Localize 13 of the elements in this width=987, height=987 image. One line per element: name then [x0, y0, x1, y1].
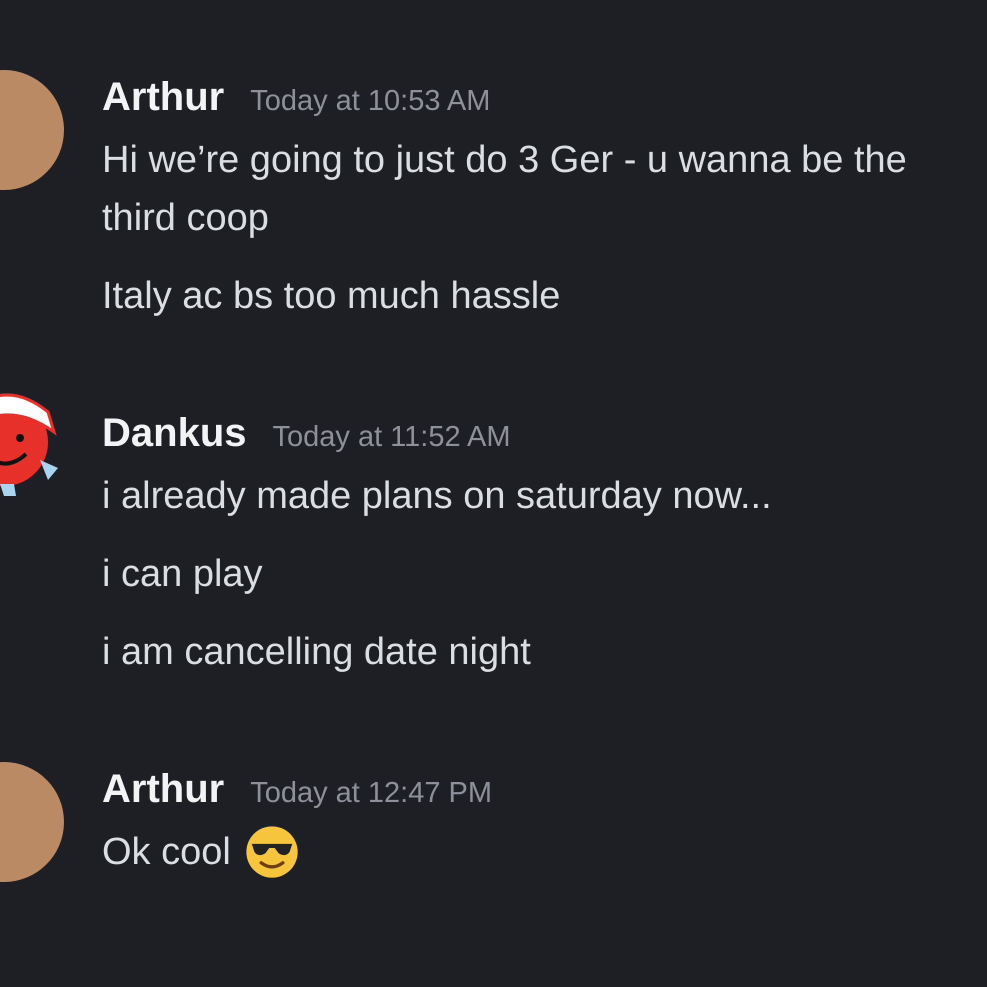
username[interactable]: Dankus	[102, 406, 246, 460]
timestamp: Today at 11:52 AM	[272, 420, 511, 455]
sunglasses-emoji-icon	[244, 825, 299, 879]
message-text: Ok cool	[102, 830, 231, 875]
message-text: Hi we’re going to just do 3 Ger - u wanna be the third coop	[102, 138, 908, 241]
message-text: i already made plans on saturday now...	[102, 474, 772, 519]
message-text: i can play	[102, 552, 263, 597]
message-text: Italy ac bs too much hassle	[102, 274, 560, 319]
timestamp: Today at 10:53 AM	[250, 84, 490, 119]
username[interactable]: Arthur	[102, 762, 224, 816]
timestamp: Today at 12:47 PM	[250, 776, 492, 811]
message-text: i am cancelling date night	[102, 630, 531, 675]
username[interactable]: Arthur	[102, 70, 224, 124]
